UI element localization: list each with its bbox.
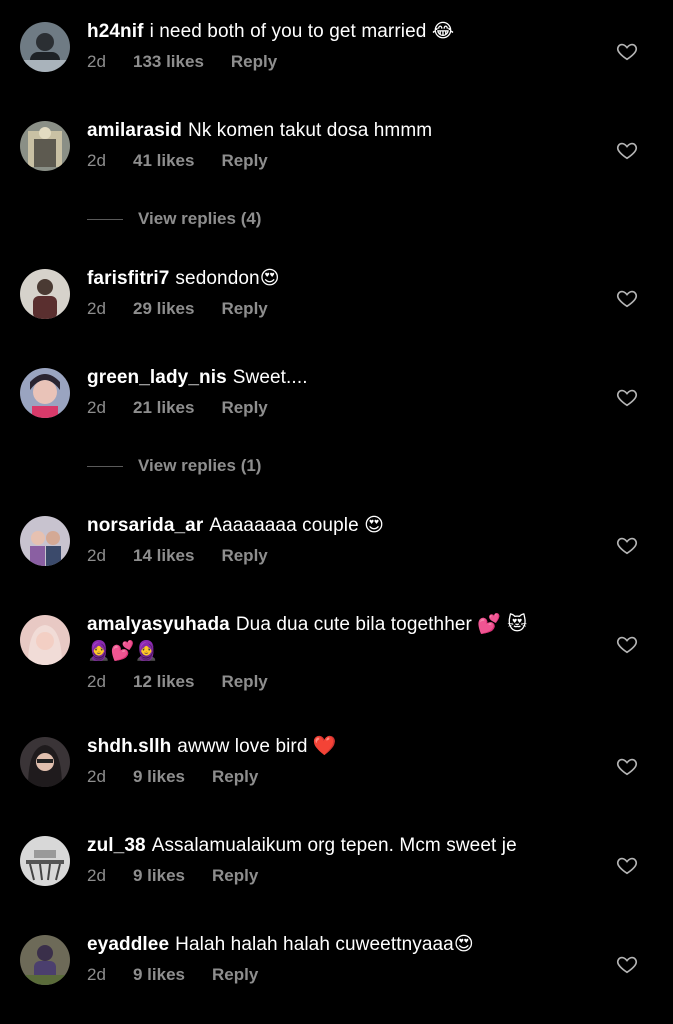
comment-likes[interactable]: 29 likes — [133, 299, 194, 319]
divider-line — [87, 465, 123, 467]
comment-content: i need both of you to get married — [149, 21, 427, 42]
comment-time: 2d — [87, 546, 106, 565]
avatar[interactable] — [20, 368, 70, 418]
avatar[interactable] — [20, 935, 70, 985]
heart-icon[interactable] — [616, 534, 638, 556]
view-replies-label: View replies (4) — [138, 209, 262, 228]
reply-button[interactable]: Reply — [221, 546, 267, 566]
reply-button[interactable]: Reply — [221, 672, 267, 692]
view-replies-button[interactable]: View replies (4) — [87, 209, 261, 229]
comment-text: eyaddlee Halah halah halah cuweettnyaaa😍 — [87, 931, 583, 958]
comment-emoji: 😍 — [259, 267, 280, 289]
comment-time: 2d — [87, 965, 106, 984]
comment-username[interactable]: green_lady_nis — [87, 367, 227, 388]
reply-button[interactable]: Reply — [221, 398, 267, 418]
comment-likes[interactable]: 14 likes — [133, 546, 194, 566]
comment-content: Sweet.... — [232, 367, 308, 388]
avatar[interactable] — [20, 22, 70, 72]
avatar[interactable] — [20, 615, 70, 665]
comment-emoji: 💕 😻 — [477, 613, 528, 635]
divider-line — [87, 218, 123, 220]
comment-text: green_lady_nis Sweet.... — [87, 364, 583, 391]
comment-likes[interactable]: 9 likes — [133, 767, 185, 787]
comment-likes[interactable]: 12 likes — [133, 672, 194, 692]
heart-icon[interactable] — [616, 633, 638, 655]
comments-list: h24nif i need both of you to get married … — [0, 0, 673, 1024]
reply-button[interactable]: Reply — [212, 866, 258, 886]
avatar[interactable] — [20, 121, 70, 171]
comment-likes[interactable]: 133 likes — [133, 52, 204, 72]
comment-time: 2d — [87, 151, 106, 170]
comment-content: awww love bird — [177, 736, 308, 757]
comment-username[interactable]: amilarasid — [87, 120, 182, 141]
reply-button[interactable]: Reply — [221, 151, 267, 171]
avatar[interactable] — [20, 269, 70, 319]
comment-text: amalyasyuhada Dua dua cute bila togethher… — [87, 611, 583, 665]
avatar[interactable] — [20, 836, 70, 886]
comment-content: Assalamualaikum org tepen. Mcm sweet je — [151, 835, 517, 856]
comment-text: farisfitri7 sedondon😍 — [87, 265, 583, 292]
comment-username[interactable]: zul_38 — [87, 835, 146, 856]
comment-time: 2d — [87, 299, 106, 318]
avatar[interactable] — [20, 737, 70, 787]
comment-likes[interactable]: 21 likes — [133, 398, 194, 418]
heart-icon[interactable] — [616, 755, 638, 777]
comment-content: Halah halah halah cuweettnyaaa — [175, 934, 454, 955]
heart-icon[interactable] — [616, 40, 638, 62]
reply-button[interactable]: Reply — [212, 767, 258, 787]
comment-username[interactable]: farisfitri7 — [87, 268, 169, 289]
comment-emoji-line2: 🧕💕🧕 — [87, 640, 159, 662]
heart-icon[interactable] — [616, 854, 638, 876]
comment-likes[interactable]: 41 likes — [133, 151, 194, 171]
comment-username[interactable]: eyaddlee — [87, 934, 169, 955]
reply-button[interactable]: Reply — [231, 52, 277, 72]
comment-username[interactable]: h24nif — [87, 21, 144, 42]
comment-username[interactable]: shdh.sllh — [87, 736, 171, 757]
reply-button[interactable]: Reply — [212, 965, 258, 985]
comment-likes[interactable]: 9 likes — [133, 866, 185, 886]
heart-icon[interactable] — [616, 287, 638, 309]
comment-emoji: 😍 — [364, 514, 385, 536]
comment-content: Nk komen takut dosa hmmm — [188, 120, 433, 141]
comment-time: 2d — [87, 52, 106, 71]
comment-content: Dua dua cute bila togethher — [235, 614, 472, 635]
reply-button[interactable]: Reply — [221, 299, 267, 319]
comment-username[interactable]: amalyasyuhada — [87, 614, 230, 635]
heart-icon[interactable] — [616, 953, 638, 975]
comment-time: 2d — [87, 398, 106, 417]
avatar[interactable] — [20, 516, 70, 566]
view-replies-label: View replies (1) — [138, 456, 262, 475]
comment-text: h24nif i need both of you to get married … — [87, 18, 583, 45]
comment-content: Aaaaaaaa couple — [209, 515, 359, 536]
comment-emoji: 😍 — [453, 933, 474, 955]
comment-likes[interactable]: 9 likes — [133, 965, 185, 985]
comment-time: 2d — [87, 866, 106, 885]
comment-text: shdh.sllh awww love bird ❤️ — [87, 733, 583, 760]
comment-emoji: 😂 — [431, 20, 455, 42]
comment-username[interactable]: norsarida_ar — [87, 515, 203, 536]
comment-text: zul_38 Assalamualaikum org tepen. Mcm swe… — [87, 832, 583, 859]
comment-text: norsarida_ar Aaaaaaaa couple 😍 — [87, 512, 583, 539]
comment-text: amilarasid Nk komen takut dosa hmmm — [87, 117, 583, 144]
comment-time: 2d — [87, 767, 106, 786]
view-replies-button[interactable]: View replies (1) — [87, 456, 261, 476]
heart-icon[interactable] — [616, 386, 638, 408]
heart-icon[interactable] — [616, 139, 638, 161]
comment-content: sedondon — [175, 268, 260, 289]
comment-time: 2d — [87, 672, 106, 691]
comment-emoji: ❤️ — [312, 735, 337, 757]
